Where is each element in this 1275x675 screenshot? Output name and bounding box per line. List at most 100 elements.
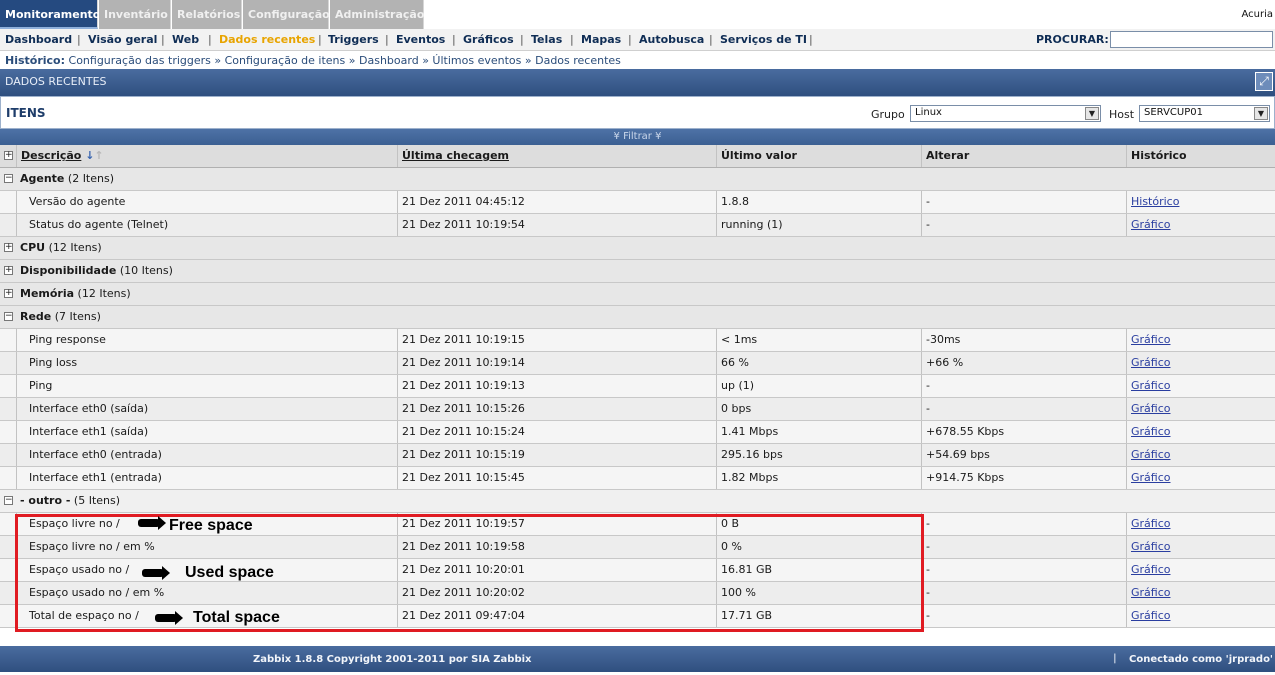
history-label: Histórico: xyxy=(5,54,66,67)
host-select[interactable]: SERVCUP01 ▼ xyxy=(1139,105,1270,122)
submenu-eventos[interactable]: Eventos xyxy=(396,33,445,46)
submenu-web[interactable]: Web xyxy=(172,33,199,46)
submenu-autobusca[interactable]: Autobusca xyxy=(639,33,704,46)
table-header-row: + Descrição ↓↑ Última checagem Último va… xyxy=(0,145,1275,168)
breadcrumb-separator: » xyxy=(524,54,532,67)
group-row-memoria[interactable]: + Memória (12 Itens) xyxy=(0,283,1275,306)
expand-icon[interactable]: + xyxy=(4,289,13,298)
breadcrumb-separator: » xyxy=(214,54,222,67)
search-input[interactable] xyxy=(1110,31,1273,48)
annotation-used-space: Used space xyxy=(185,564,274,581)
graph-link[interactable]: Gráfico xyxy=(1131,586,1171,599)
history-link[interactable]: Histórico xyxy=(1131,195,1179,208)
graph-link[interactable]: Gráfico xyxy=(1131,356,1171,369)
table-row: Ping 21 Dez 2011 10:19:13 up (1) - Gráfi… xyxy=(0,375,1275,398)
graph-link[interactable]: Gráfico xyxy=(1131,448,1171,461)
group-row-cpu[interactable]: + CPU (12 Itens) xyxy=(0,237,1275,260)
submenu-dashboard[interactable]: Dashboard xyxy=(5,33,72,46)
graph-link[interactable]: Gráfico xyxy=(1131,333,1171,346)
filter-chevron-icon: ¥ xyxy=(655,131,662,142)
group-row-agente[interactable]: − Agente (2 Itens) xyxy=(0,168,1275,191)
column-header-ultimo-valor: Último valor xyxy=(716,145,921,167)
graph-link[interactable]: Gráfico xyxy=(1131,609,1171,622)
tab-administracao[interactable]: Administração xyxy=(330,0,424,29)
tab-configuracao[interactable]: Configuração xyxy=(243,0,330,29)
chevron-down-icon[interactable]: ▼ xyxy=(1254,107,1268,120)
graph-link[interactable]: Gráfico xyxy=(1131,402,1171,415)
group-row-outro[interactable]: − - outro - (5 Itens) xyxy=(0,490,1275,513)
graph-link[interactable]: Gráfico xyxy=(1131,563,1171,576)
filter-chevron-icon: ¥ xyxy=(613,131,620,142)
fullscreen-icon[interactable]: ⤢ xyxy=(1255,72,1273,91)
user-corner-label: Acuria xyxy=(1241,9,1273,20)
table-row: Espaço livre no / em % 21 Dez 2011 10:19… xyxy=(0,536,1275,559)
arrow-right-icon xyxy=(142,566,170,580)
graph-link[interactable]: Gráfico xyxy=(1131,379,1171,392)
graph-link[interactable]: Gráfico xyxy=(1131,471,1171,484)
graph-link[interactable]: Gráfico xyxy=(1131,517,1171,530)
items-table: + Descrição ↓↑ Última checagem Último va… xyxy=(0,145,1275,628)
submenu: Dashboard | Visão geral | Web | Dados re… xyxy=(0,29,1275,51)
group-select-value: Linux xyxy=(915,107,942,118)
page-title-bar: DADOS RECENTES ⤢ xyxy=(0,69,1275,96)
table-row: Interface eth1 (entrada) 21 Dez 2011 10:… xyxy=(0,467,1275,490)
breadcrumb: Histórico: Configuração das triggers » C… xyxy=(0,51,1275,69)
breadcrumb-item[interactable]: Configuração de itens xyxy=(225,54,346,67)
arrow-right-icon xyxy=(138,516,166,530)
breadcrumb-item[interactable]: Configuração das triggers xyxy=(69,54,211,67)
column-header-historico: Histórico xyxy=(1126,145,1275,167)
tab-relatorios[interactable]: Relatórios xyxy=(172,0,242,29)
submenu-triggers[interactable]: Triggers xyxy=(328,33,379,46)
column-header-alterar: Alterar xyxy=(921,145,1126,167)
graph-link[interactable]: Gráfico xyxy=(1131,540,1171,553)
table-row: Interface eth1 (saída) 21 Dez 2011 10:15… xyxy=(0,421,1275,444)
table-row: Status do agente (Telnet) 21 Dez 2011 10… xyxy=(0,214,1275,237)
group-row-rede[interactable]: − Rede (7 Itens) xyxy=(0,306,1275,329)
column-header-descricao[interactable]: Descrição ↓↑ xyxy=(16,145,397,167)
graph-link[interactable]: Gráfico xyxy=(1131,425,1171,438)
collapse-icon[interactable]: − xyxy=(4,496,13,505)
arrow-right-icon xyxy=(155,611,183,625)
connected-user-text: Conectado como 'jrprado' xyxy=(1129,654,1273,665)
filter-bar[interactable]: ¥ Filtrar ¥ xyxy=(0,129,1275,145)
page-title: DADOS RECENTES xyxy=(5,75,107,88)
expand-icon[interactable]: + xyxy=(4,266,13,275)
submenu-mapas[interactable]: Mapas xyxy=(581,33,621,46)
chevron-down-icon[interactable]: ▼ xyxy=(1085,107,1099,120)
submenu-dados-recentes[interactable]: Dados recentes xyxy=(219,33,315,46)
items-header: ITENS Grupo Linux ▼ Host SERVCUP01 ▼ xyxy=(0,96,1275,129)
breadcrumb-item[interactable]: Últimos eventos xyxy=(432,54,521,67)
host-label: Host xyxy=(1109,108,1135,121)
top-menu: Monitoramento Inventário Relatórios Conf… xyxy=(0,0,1275,29)
search-label: PROCURAR: xyxy=(1036,33,1109,46)
table-row: Versão do agente 21 Dez 2011 04:45:12 1.… xyxy=(0,191,1275,214)
graph-link[interactable]: Gráfico xyxy=(1131,218,1171,231)
table-row: Interface eth0 (entrada) 21 Dez 2011 10:… xyxy=(0,444,1275,467)
items-title: ITENS xyxy=(6,106,46,120)
table-row: Ping response 21 Dez 2011 10:19:15 < 1ms… xyxy=(0,329,1275,352)
expand-all-icon[interactable]: + xyxy=(4,151,13,160)
sort-arrow-icon: ↑ xyxy=(94,149,104,162)
filter-label: Filtrar xyxy=(623,131,652,142)
group-select[interactable]: Linux ▼ xyxy=(910,105,1101,122)
submenu-graficos[interactable]: Gráficos xyxy=(463,33,514,46)
expand-icon[interactable]: + xyxy=(4,243,13,252)
breadcrumb-separator: » xyxy=(348,54,356,67)
column-header-ultima-checagem[interactable]: Última checagem xyxy=(397,145,716,167)
breadcrumb-separator: » xyxy=(422,54,429,67)
breadcrumb-item[interactable]: Dados recentes xyxy=(535,54,621,67)
footer-separator: | xyxy=(1113,653,1117,664)
tab-inventario[interactable]: Inventário xyxy=(99,0,171,29)
submenu-servicos-de-ti[interactable]: Serviços de TI xyxy=(720,33,807,46)
collapse-icon[interactable]: − xyxy=(4,312,13,321)
submenu-visao-geral[interactable]: Visão geral xyxy=(88,33,157,46)
annotation-free-space: Free space xyxy=(169,517,253,534)
table-row: Espaço usado no / em % 21 Dez 2011 10:20… xyxy=(0,582,1275,605)
copyright-text: Zabbix 1.8.8 Copyright 2001-2011 por SIA… xyxy=(253,654,532,665)
submenu-telas[interactable]: Telas xyxy=(531,33,562,46)
breadcrumb-item[interactable]: Dashboard xyxy=(359,54,419,67)
collapse-icon[interactable]: − xyxy=(4,174,13,183)
tab-monitoramento[interactable]: Monitoramento xyxy=(0,0,100,29)
group-row-disponibilidade[interactable]: + Disponibilidade (10 Itens) xyxy=(0,260,1275,283)
host-select-value: SERVCUP01 xyxy=(1144,107,1203,118)
